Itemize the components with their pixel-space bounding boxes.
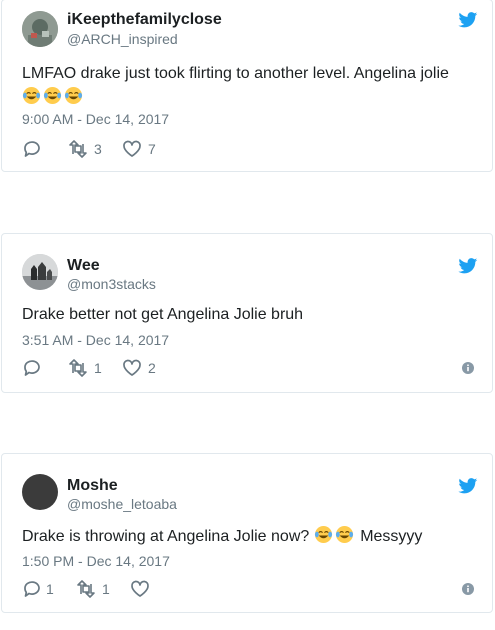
reply-button[interactable] — [22, 139, 48, 159]
info-icon[interactable] — [462, 583, 474, 595]
emoji-row — [22, 86, 85, 106]
display-name[interactable]: Moshe — [67, 477, 118, 495]
retweet-icon — [69, 359, 87, 377]
emoji-row — [314, 525, 356, 545]
heart-icon — [123, 359, 141, 376]
like-button[interactable]: 2 — [122, 358, 156, 378]
tweet-text: Drake is throwing at Angelina Jolie now?… — [22, 525, 472, 549]
tweet-text-tail: Messyyy — [360, 528, 423, 545]
reply-button[interactable] — [22, 358, 48, 378]
info-icon[interactable] — [462, 362, 474, 374]
twitter-bird-icon[interactable] — [458, 12, 478, 28]
reply-count: 1 — [46, 581, 54, 597]
twitter-bird-icon[interactable] — [458, 478, 478, 494]
like-button[interactable]: 7 — [122, 139, 156, 159]
retweet-count: 1 — [102, 581, 110, 597]
tweet-timestamp[interactable]: 1:50 PM - Dec 14, 2017 — [22, 553, 170, 569]
tweet-text-content: Drake better not get Angelina Jolie bruh — [22, 306, 304, 323]
user-handle[interactable]: @mon3stacks — [67, 276, 156, 292]
tweet-text: LMFAO drake just took flirting to anothe… — [22, 62, 472, 110]
tweet-text: Drake better not get Angelina Jolie bruh — [22, 303, 472, 327]
tweet-text-content: LMFAO drake just took flirting to anothe… — [22, 65, 449, 82]
tweet-text-content: Drake is throwing at Angelina Jolie now? — [22, 528, 310, 545]
retweet-button[interactable]: 1 — [76, 579, 110, 599]
heart-icon — [131, 580, 149, 597]
avatar[interactable] — [22, 474, 58, 510]
face-with-tears-of-joy-emoji — [314, 525, 332, 544]
tweet-card: iKeepthefamilyclose @ARCH_inspired LMFAO… — [1, 0, 493, 172]
retweet-button[interactable]: 3 — [68, 139, 102, 159]
face-with-tears-of-joy-emoji — [43, 86, 62, 105]
user-handle[interactable]: @moshe_letoaba — [67, 496, 177, 512]
display-name[interactable]: iKeepthefamilyclose — [67, 11, 222, 29]
reply-icon — [24, 360, 40, 376]
avatar[interactable] — [22, 254, 58, 290]
reply-button[interactable]: 1 — [22, 579, 54, 599]
face-with-tears-of-joy-emoji — [335, 525, 353, 544]
like-count: 2 — [148, 360, 156, 376]
display-name[interactable]: Wee — [67, 257, 100, 275]
user-handle[interactable]: @ARCH_inspired — [67, 31, 178, 47]
like-button[interactable] — [130, 579, 156, 599]
retweet-icon — [69, 140, 87, 158]
retweet-count: 1 — [94, 360, 102, 376]
reply-icon — [24, 141, 40, 157]
retweet-count: 3 — [94, 141, 102, 157]
retweet-icon — [77, 580, 95, 598]
tweet-card: Wee @mon3stacks Drake better not get Ang… — [1, 233, 493, 393]
like-count: 7 — [148, 141, 156, 157]
tweet-timestamp[interactable]: 9:00 AM - Dec 14, 2017 — [22, 111, 169, 127]
avatar[interactable] — [22, 11, 58, 47]
face-with-tears-of-joy-emoji — [22, 86, 41, 105]
heart-icon — [123, 140, 141, 157]
face-with-tears-of-joy-emoji — [64, 86, 83, 105]
retweet-button[interactable]: 1 — [68, 358, 102, 378]
reply-icon — [24, 581, 40, 597]
tweet-card: Moshe @moshe_letoaba Drake is throwing a… — [1, 453, 493, 613]
tweet-timestamp[interactable]: 3:51 AM - Dec 14, 2017 — [22, 332, 169, 348]
twitter-bird-icon[interactable] — [458, 258, 478, 274]
